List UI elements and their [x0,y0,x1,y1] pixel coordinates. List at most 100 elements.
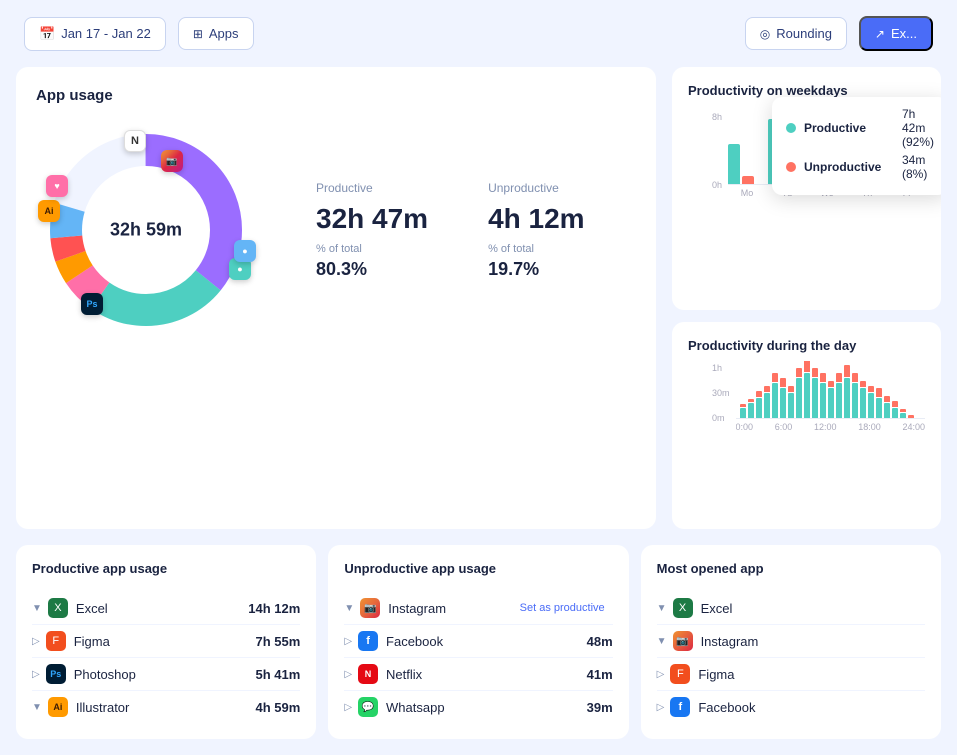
day-bar-productive [900,413,906,418]
day-bar-group [884,361,890,418]
app-name-whatsapp: Whatsapp [386,700,587,715]
day-bar-productive [780,388,786,418]
list-item: ▷ f Facebook [657,691,925,723]
mo-app-excel: Excel [701,601,925,616]
day-bar-group [868,361,874,418]
calendar-icon: 📅 [39,26,55,42]
chevron-icon[interactable]: ▼ [32,603,42,614]
tooltip-productive-label: Productive [804,121,894,135]
list-item: ▷ Ps Photoshop 5h 41m [32,658,300,691]
app-usage-panel: App usage [16,67,656,529]
mo-figma-icon: F [670,664,690,684]
chevron-icon[interactable]: ▷ [344,636,352,647]
app-name-netflix: Netflix [386,667,587,682]
day-bar-unproductive [860,381,866,387]
productive-label: Productive [316,181,428,195]
bar-pair-mo [728,119,754,184]
unproductive-stat: Unproductive 4h 12m % of total 19.7% [488,181,585,280]
app-name-excel: Excel [76,601,248,616]
day-bar-productive [756,398,762,418]
chevron-icon[interactable]: ▷ [32,669,40,680]
tooltip-unproductive-label: Unproductive [804,160,894,174]
figma-icon: F [46,631,66,651]
app-time-netflix: 41m [587,667,613,682]
day-bar-productive [844,378,850,418]
day-bar-unproductive [892,401,898,407]
apps-button[interactable]: ⊞ Apps [178,17,254,50]
day-bar-unproductive [812,368,818,377]
excel-icon: X [48,598,68,618]
day-bar-group [780,361,786,418]
app-name-instagram: Instagram [388,601,519,616]
chevron-icon[interactable]: ▷ [344,669,352,680]
day-bar-group [772,361,778,418]
app-time-ps: 5h 41m [256,667,301,682]
day-bar-unproductive [828,381,834,387]
day-bar-group [748,361,754,418]
chevron-icon[interactable]: ▼ [657,603,667,614]
day-bar-unproductive [740,404,746,407]
bottom-row: Productive app usage ▼ X Excel 14h 12m ▷… [0,545,957,755]
x-6: 6:00 [775,422,793,432]
rounding-button[interactable]: ◎ Rounding [745,17,847,50]
day-bar-group [804,361,810,418]
tooltip-unproductive-row: Unproductive 34m (8%) [786,153,934,181]
day-bar-group [844,361,850,418]
set-productive-link[interactable]: Set as productive [520,602,605,614]
day-chart-wrapper: 1h 30m 0m 0:00 6:00 12:00 18:00 24:00 [688,361,925,432]
date-range-button[interactable]: 📅 Jan 17 - Jan 22 [24,17,166,51]
ai-icon: Ai [48,697,68,717]
day-bar-productive [772,383,778,418]
chevron-icon[interactable]: ▼ [657,636,667,647]
chevron-icon[interactable]: ▷ [657,702,665,713]
day-bar-productive [876,398,882,418]
fb-icon: f [358,631,378,651]
day-bar-unproductive [788,386,794,392]
day-y-30m: 30m [712,388,730,398]
chevron-icon[interactable]: ▼ [32,702,42,713]
mo-app-instagram: Instagram [701,634,925,649]
day-bar-unproductive [772,373,778,382]
day-panel: Productivity during the day 1h 30m 0m 0:… [672,322,941,529]
day-bar-productive [836,383,842,418]
day-bar-productive [860,388,866,418]
app-name-fb: Facebook [386,634,587,649]
x-24: 24:00 [902,422,925,432]
list-item: ▼ X Excel [657,592,925,625]
tooltip-productive-row: Productive 7h 42m (92%) [786,107,934,149]
day-bar-unproductive [876,388,882,397]
bar-mo-productive [728,144,740,184]
weekday-panel: Productivity on weekdays Productive 7h 4… [672,67,941,310]
day-bar-unproductive [900,409,906,412]
day-bar-group [836,361,842,418]
day-bar-productive [868,393,874,418]
list-item: ▷ F Figma [657,658,925,691]
grid-icon: ⊞ [193,27,203,41]
chevron-icon[interactable]: ▷ [657,669,665,680]
productive-pct: 80.3% [316,259,428,280]
list-item: ▷ N Netflix 41m [344,658,612,691]
unproductive-value: 4h 12m [488,203,585,235]
mo-instagram-icon: 📷 [673,631,693,651]
chevron-icon[interactable]: ▷ [344,702,352,713]
day-x-labels: 0:00 6:00 12:00 18:00 24:00 [736,419,925,432]
unproductive-apps-title: Unproductive app usage [344,561,612,576]
mo-fb-icon: f [670,697,690,717]
day-bar-group [764,361,770,418]
day-bar-group [876,361,882,418]
x-0: 0:00 [736,422,754,432]
stats-area: Productive 32h 47m % of total 80.3% Unpr… [296,181,636,280]
day-title: Productivity during the day [688,338,925,353]
export-button[interactable]: ↗ Ex... [859,16,933,51]
day-bar-productive [804,373,810,418]
day-y-0m: 0m [712,413,730,423]
day-bar-productive [820,383,826,418]
app-time-figma: 7h 55m [256,634,301,649]
unproductive-label: Unproductive [488,181,585,195]
main-content: App usage [0,67,957,545]
chevron-icon[interactable]: ▼ [344,603,354,614]
day-bar-productive [828,388,834,418]
day-bar-productive [748,403,754,418]
chevron-icon[interactable]: ▷ [32,636,40,647]
tooltip-unproductive-dot [786,162,796,172]
